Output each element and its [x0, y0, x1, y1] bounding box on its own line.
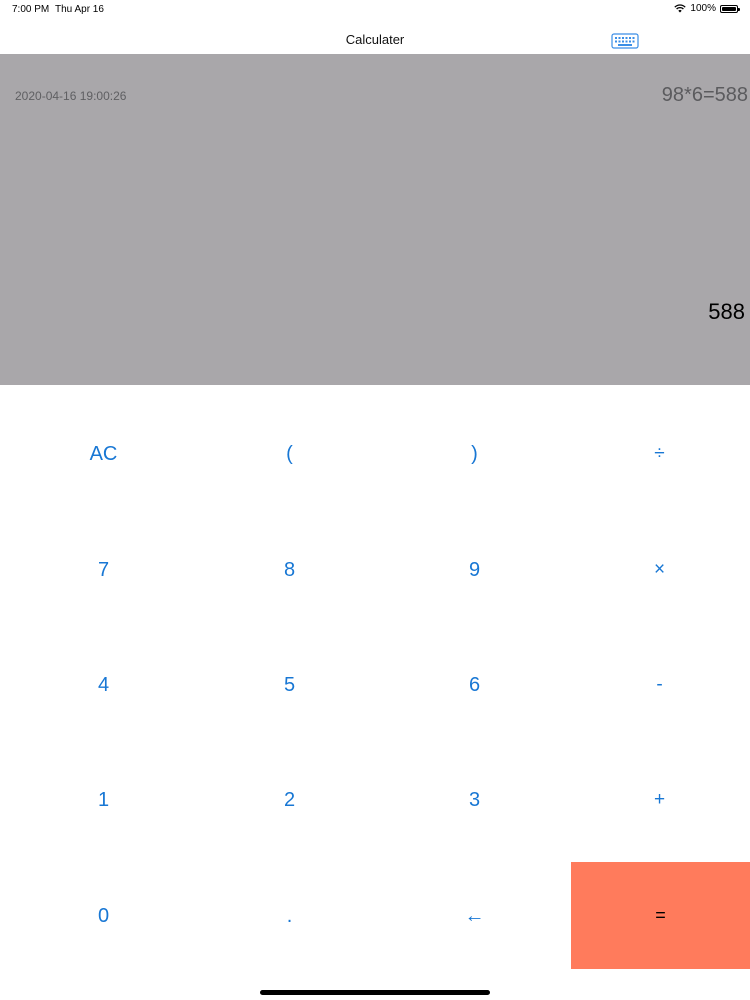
key-decimal[interactable]: .: [197, 861, 382, 971]
navigation-bar: Calculater: [0, 20, 750, 54]
battery-icon: [720, 4, 740, 13]
keyboard-icon: [611, 33, 639, 49]
key-2[interactable]: 2: [197, 745, 382, 855]
battery-percent: 100%: [690, 3, 716, 14]
key-9[interactable]: 9: [382, 515, 567, 625]
key-3[interactable]: 3: [382, 745, 567, 855]
status-time: 7:00 PM: [12, 4, 50, 15]
calculator-display: 2020-04-16 19:00:26 98*6=588 588: [0, 54, 750, 385]
key-close-paren[interactable]: ): [382, 399, 567, 509]
status-date: Thu Apr 16: [55, 4, 104, 15]
key-divide[interactable]: ÷: [567, 399, 750, 509]
key-8[interactable]: 8: [197, 515, 382, 625]
status-bar: 7:00 PM Thu Apr 16 100%: [0, 0, 750, 20]
keypad: AC ( ) ÷ 7 8 9 × 4 5 6 - 1 2 3 + 0 . ← =: [0, 399, 750, 969]
key-1[interactable]: 1: [11, 745, 196, 855]
history-expression[interactable]: 98*6=588: [662, 84, 748, 107]
key-subtract[interactable]: -: [567, 630, 750, 740]
key-backspace[interactable]: ←: [382, 861, 567, 971]
key-7[interactable]: 7: [11, 515, 196, 625]
key-5[interactable]: 5: [197, 630, 382, 740]
result-value: 588: [708, 299, 745, 324]
wifi-icon: [674, 4, 687, 13]
keyboard-button[interactable]: [611, 33, 639, 49]
key-equals[interactable]: =: [571, 862, 750, 969]
key-add[interactable]: +: [567, 745, 750, 855]
home-indicator: [260, 990, 490, 995]
key-6[interactable]: 6: [382, 630, 567, 740]
status-indicators: 100%: [674, 3, 740, 14]
key-ac[interactable]: AC: [11, 399, 196, 509]
history-timestamp: 2020-04-16 19:00:26: [15, 89, 127, 103]
key-0[interactable]: 0: [11, 861, 196, 971]
key-open-paren[interactable]: (: [197, 399, 382, 509]
key-multiply[interactable]: ×: [567, 515, 750, 625]
key-4[interactable]: 4: [11, 630, 196, 740]
